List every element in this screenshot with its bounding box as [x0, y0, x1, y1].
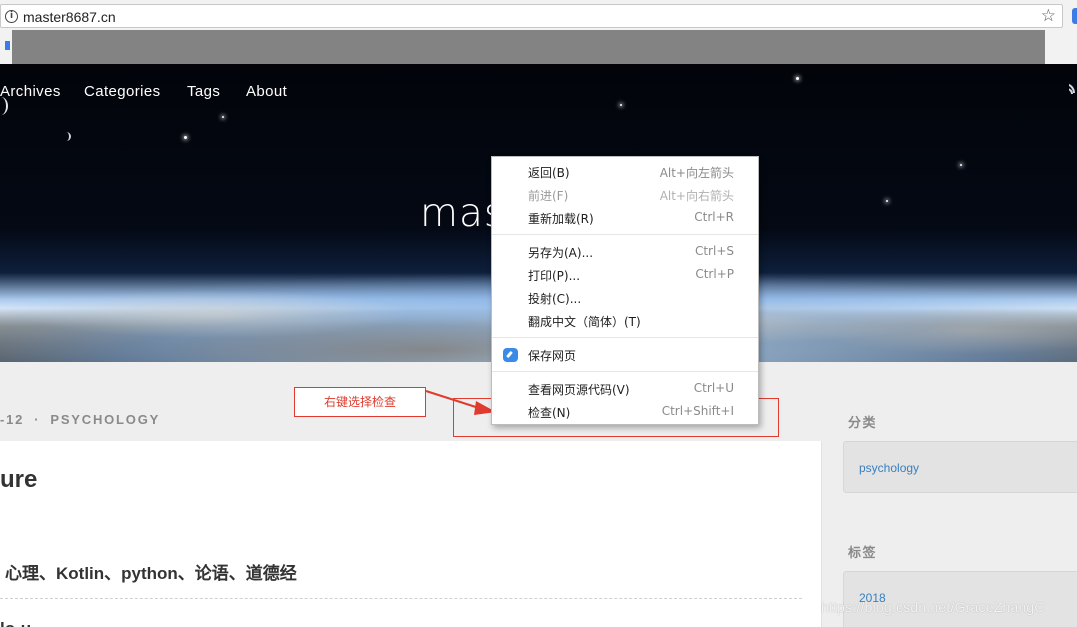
menu-item-label: 保存网页 [528, 349, 577, 363]
menu-separator [492, 337, 758, 338]
post-card: ure 心理、Kotlin、python、论语、道德经 lo·u [0, 441, 822, 627]
nav-categories[interactable]: Categories [84, 83, 161, 100]
menu-item-label: 投射(C)... [528, 292, 582, 306]
star [960, 164, 962, 166]
site-info-icon[interactable]: i [5, 10, 18, 23]
bookmark-icon[interactable] [5, 41, 10, 50]
post-category[interactable]: PSYCHOLOGY [50, 412, 160, 427]
annotation-note: 右键选择检查 [294, 387, 426, 417]
moon-icon [62, 132, 71, 141]
meta-separator: · [34, 412, 41, 427]
menu-item-view-source[interactable]: 查看网页源代码(V) Ctrl+U [492, 378, 758, 400]
post-tag-line: 心理、Kotlin、python、论语、道德经 [5, 564, 297, 583]
bookmark-star-icon[interactable]: ☆ [1041, 6, 1056, 26]
star [184, 136, 187, 139]
post-title[interactable]: ure [0, 466, 37, 494]
watermark: https://blog.csdn.net/GraceZhangC [821, 599, 1045, 615]
star [796, 77, 799, 80]
browser-toolbar: i master8687.cn ☆ [0, 0, 1077, 30]
nav-tags[interactable]: Tags [187, 83, 220, 100]
menu-item-label: 重新加载(R) [528, 212, 594, 226]
address-bar[interactable]: i master8687.cn ☆ [0, 4, 1063, 28]
menu-item-shortcut: Alt+向右箭头 [659, 189, 734, 203]
bookmark-bar [0, 30, 1077, 64]
menu-item-label: 前进(F) [528, 189, 569, 203]
extension-icon[interactable] [1072, 8, 1077, 24]
sidebar-tags-heading: 标签 [848, 545, 878, 560]
sidebar-category-link[interactable]: psychology [859, 461, 919, 475]
star [620, 104, 622, 106]
menu-item-shortcut: Ctrl+S [694, 244, 734, 258]
menu-item-shortcut: Ctrl+Shift+I [661, 404, 734, 418]
star [222, 116, 224, 118]
star [886, 200, 888, 202]
nav-archives[interactable]: Archives [0, 83, 61, 100]
nav-about[interactable]: About [246, 83, 287, 100]
menu-item-save-as[interactable]: 另存为(A)... Ctrl+S [492, 241, 758, 263]
menu-item-back[interactable]: 返回(B) Alt+向左箭头 [492, 161, 758, 183]
post-excerpt: lo·u [0, 619, 31, 627]
menu-item-label: 检查(N) [528, 406, 571, 420]
post-date: -12 [0, 412, 25, 427]
menu-item-translate[interactable]: 翻成中文（简体）(T) [492, 310, 758, 332]
menu-item-save-page[interactable]: 保存网页 [492, 344, 758, 366]
menu-item-inspect[interactable]: 检查(N) Ctrl+Shift+I [492, 401, 758, 423]
menu-separator [492, 234, 758, 235]
menu-item-cast[interactable]: 投射(C)... [492, 287, 758, 309]
menu-item-reload[interactable]: 重新加载(R) Ctrl+R [492, 207, 758, 229]
menu-item-label: 另存为(A)... [528, 246, 594, 260]
save-page-icon [503, 348, 518, 362]
menu-item-shortcut: Ctrl+R [694, 210, 734, 224]
menu-item-print[interactable]: 打印(P)... Ctrl+P [492, 264, 758, 286]
menu-item-label: 查看网页源代码(V) [528, 383, 630, 397]
url-text[interactable]: master8687.cn [23, 9, 116, 25]
menu-item-shortcut: Ctrl+P [695, 267, 734, 281]
menu-separator [492, 371, 758, 372]
post-meta: -12 · PSYCHOLOGY [0, 412, 160, 427]
menu-item-label: 返回(B) [528, 166, 570, 180]
menu-item-label: 打印(P)... [528, 269, 581, 283]
sidebar-categories-heading: 分类 [848, 415, 878, 430]
menu-item-shortcut: Ctrl+U [693, 381, 734, 395]
menu-item-label: 翻成中文（简体）(T) [528, 315, 641, 329]
context-menu: 返回(B) Alt+向左箭头 前进(F) Alt+向右箭头 重新加载(R) Ct… [491, 156, 759, 425]
redacted-area [12, 30, 1045, 64]
divider [0, 598, 802, 599]
menu-item-forward[interactable]: 前进(F) Alt+向右箭头 [492, 184, 758, 206]
sidebar-categories-box: psychology [843, 441, 1077, 493]
rss-icon[interactable] [1069, 83, 1077, 95]
menu-item-shortcut: Alt+向左箭头 [659, 166, 734, 180]
